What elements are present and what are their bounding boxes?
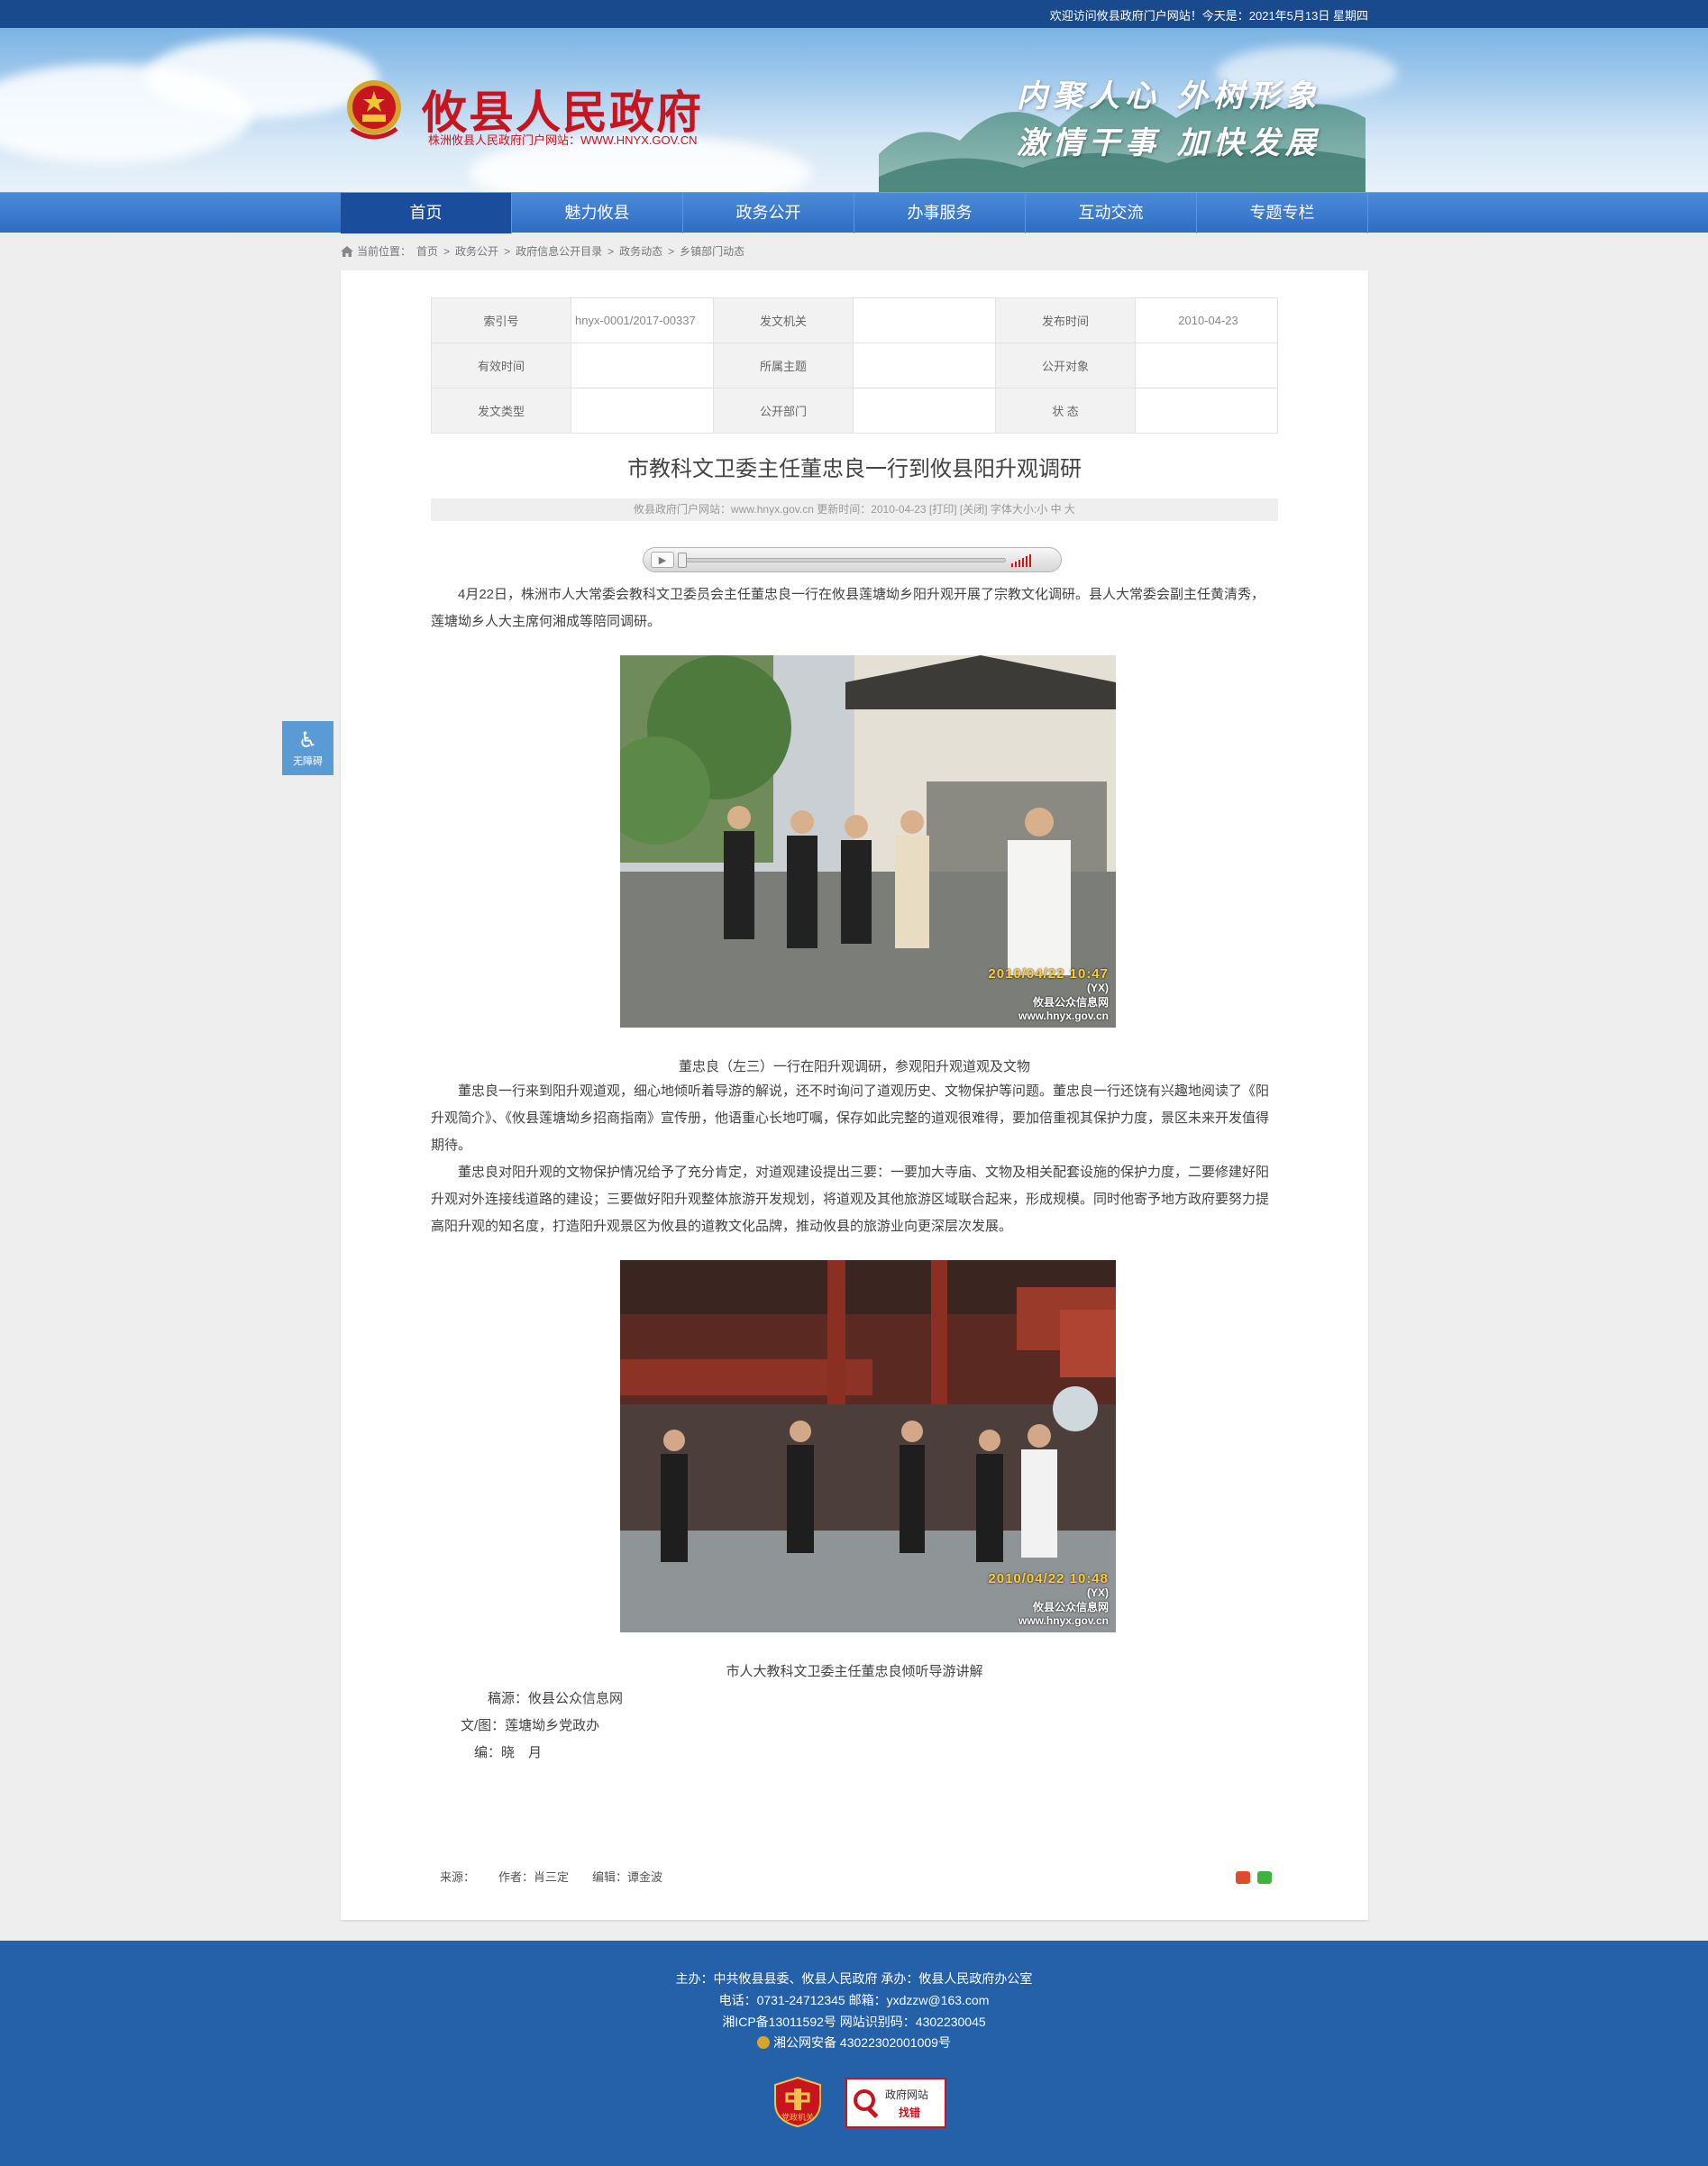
- audio-progress-track[interactable]: [681, 558, 1006, 562]
- info-value: [571, 343, 714, 388]
- footer-police-record[interactable]: 湘公网安备 43022302001009号: [0, 2033, 1708, 2052]
- article-footer: 来源： 作者：肖三定 编辑：谭金波: [431, 1868, 662, 1885]
- audio-player: ▶: [643, 547, 1062, 572]
- photo-watermark: 2010/04/22 10:47 (YX) 攸县公众信息网 www.hnyx.g…: [988, 966, 1109, 1022]
- article-meta: 攸县政府门户网站：www.hnyx.gov.cn 更新时间：2010-04-23…: [431, 498, 1278, 521]
- footer-police-text: 湘公网安备 43022302001009号: [773, 2035, 951, 2050]
- info-value: 2010-04-23: [1135, 297, 1278, 343]
- photo-date-stamp: 2010/04/22 10:48: [988, 1571, 1109, 1586]
- top-bar: 欢迎访问攸县政府门户网站！今天是：2021年5月13日 星期四: [0, 0, 1708, 28]
- breadcrumb: 当前位置： 首页 > 政务公开 > 政府信息公开目录 > 政务动态 > 乡镇部门…: [341, 243, 746, 259]
- breadcrumb-link-news[interactable]: 政务动态: [619, 243, 662, 259]
- photo-watermark: 2010/04/22 10:48 (YX) 攸县公众信息网 www.hnyx.g…: [988, 1571, 1109, 1627]
- slogan-line-2: 激情干事 加快发展: [1017, 125, 1321, 161]
- nav-item-topics[interactable]: 专题专栏: [1197, 193, 1368, 233]
- article-paragraph: 4月22日，株洲市人大常委会教科文卫委员会主任董忠良一行在攸县莲塘坳乡阳升观开展…: [431, 587, 1265, 629]
- breadcrumb-link-township-news[interactable]: 乡镇部门动态: [680, 243, 744, 259]
- gov-site-label: 政府网站: [885, 2088, 929, 2101]
- article-title: 市教科文卫委主任董忠良一行到攸县阳升观调研: [627, 457, 1082, 481]
- watermark-site: 攸县公众信息网: [1032, 1601, 1109, 1613]
- watermark-url: www.hnyx.gov.cn: [1018, 1010, 1109, 1022]
- accessibility-label: 无障碍: [293, 756, 323, 767]
- weibo-share-icon[interactable]: [1236, 1871, 1250, 1884]
- table-row: 有效时间 所属主题 公开对象: [431, 343, 1278, 388]
- nav-item-gov-affairs[interactable]: 政务公开: [683, 193, 854, 233]
- audio-progress-handle[interactable]: [678, 553, 687, 568]
- info-table: 索引号 hnyx-0001/2017-00337 发文机关 发布时间 2010-…: [431, 297, 1278, 434]
- party-gov-label: 党政机关: [781, 2113, 814, 2122]
- nav-item-services[interactable]: 办事服务: [854, 193, 1026, 233]
- header-banner: 攸县人民政府 株洲攸县人民政府门户网站：WWW.HNYX.GOV.CN 内聚人心…: [0, 28, 1708, 192]
- info-value: [853, 297, 996, 343]
- gov-site-report-error-button[interactable]: 政府网站 找错: [845, 2078, 946, 2128]
- report-error-label: 找错: [899, 2107, 921, 2119]
- table-row: 索引号 hnyx-0001/2017-00337 发文机关 发布时间 2010-…: [431, 297, 1278, 343]
- article-photo-1: 2010/04/22 10:47 (YX) 攸县公众信息网 www.hnyx.g…: [620, 655, 1116, 1028]
- accessibility-button[interactable]: ♿ 无障碍: [282, 721, 333, 775]
- breadcrumb-link-gov-affairs[interactable]: 政务公开: [455, 243, 498, 259]
- info-value: [853, 388, 996, 434]
- article-paragraph: 董忠良一行来到阳升观道观，细心地倾听着导游的解说，还不时询问了道观历史、文物保护…: [431, 1083, 1270, 1153]
- nav-item-home[interactable]: 首页: [341, 193, 512, 233]
- info-value: [853, 343, 996, 388]
- footer-contact: 电话：0731-24712345 邮箱：yxdzzw@163.com: [718, 1993, 990, 2007]
- breadcrumb-link-home[interactable]: 首页: [416, 243, 438, 259]
- wechat-share-icon[interactable]: [1257, 1871, 1272, 1884]
- table-row: 发文类型 公开部门 状 态: [431, 388, 1278, 434]
- info-key: 有效时间: [431, 343, 571, 388]
- info-key: 索引号: [431, 297, 571, 343]
- breadcrumb-link-catalog[interactable]: 政府信息公开目录: [516, 243, 602, 259]
- article-photo-2: 2010/04/22 10:48 (YX) 攸县公众信息网 www.hnyx.g…: [620, 1260, 1116, 1632]
- info-key: 发文类型: [431, 388, 571, 434]
- footer-sponsor: 主办：中共攸县县委、攸县人民政府 承办：攸县人民政府办公室: [675, 1971, 1033, 1986]
- page-footer: 主办：中共攸县县委、攸县人民政府 承办：攸县人民政府办公室 电话：0731-24…: [0, 1941, 1708, 2166]
- footer-icp[interactable]: 湘ICP备13011592号 网站识别码：4302230045: [0, 2013, 1708, 2031]
- watermark-site: 攸县公众信息网: [1032, 996, 1109, 1009]
- wheelchair-icon: ♿: [297, 728, 318, 753]
- welcome-text: 欢迎访问攸县政府门户网站！今天是：2021年5月13日 星期四: [1049, 9, 1368, 23]
- slogan-line-1: 内聚人心 外树形象: [1017, 78, 1321, 114]
- home-icon: [341, 245, 353, 257]
- breadcrumb-separator: >: [443, 244, 451, 258]
- main-nav: 首页 魅力攸县 政务公开 办事服务 互动交流 专题专栏: [0, 192, 1708, 233]
- footer-editor: 编辑：谭金波: [592, 1870, 663, 1884]
- credit-author: 文/图：莲塘坳乡党政办: [461, 1718, 600, 1733]
- credit-source: 稿源：攸县公众信息网: [488, 1691, 624, 1706]
- breadcrumb-separator: >: [504, 244, 511, 258]
- info-key: 所属主题: [713, 343, 854, 388]
- breadcrumb-separator: >: [607, 244, 615, 258]
- police-badge-icon: [757, 2036, 771, 2049]
- footer-author: 作者：肖三定: [498, 1870, 570, 1884]
- info-value: [1135, 388, 1278, 434]
- info-key: 公开部门: [713, 388, 854, 434]
- volume-icon[interactable]: [1011, 554, 1037, 567]
- article-paragraph: 董忠良对阳升观的文物保护情况给予了充分肯定，对道观建设提出三要：一要加大寺庙、文…: [431, 1165, 1270, 1234]
- breadcrumb-label: 当前位置：: [357, 245, 412, 258]
- site-subtitle: 株洲攸县人民政府门户网站：WWW.HNYX.GOV.CN: [428, 133, 698, 147]
- info-value: hnyx-0001/2017-00337: [571, 297, 714, 343]
- photo-caption-2: 市人大教科文卫委主任董忠良倾听导游讲解: [726, 1664, 983, 1679]
- info-value: [571, 388, 714, 434]
- photo-date-stamp: 2010/04/22 10:47: [988, 966, 1109, 982]
- info-key: 公开对象: [995, 343, 1136, 388]
- nav-item-interaction[interactable]: 互动交流: [1026, 193, 1197, 233]
- footer-source: 来源：: [440, 1870, 476, 1884]
- credit-editor: 编：晓 月: [474, 1745, 543, 1760]
- article-panel: 索引号 hnyx-0001/2017-00337 发文机关 发布时间 2010-…: [341, 270, 1368, 1920]
- info-key: 发布时间: [995, 297, 1136, 343]
- info-value: [1135, 343, 1278, 388]
- watermark-logo: (YX): [1087, 1586, 1109, 1599]
- play-button[interactable]: ▶: [651, 552, 674, 568]
- breadcrumb-separator: >: [668, 244, 675, 258]
- info-key: 发文机关: [713, 297, 854, 343]
- watermark-url: www.hnyx.gov.cn: [1018, 1614, 1109, 1627]
- nav-item-charm[interactable]: 魅力攸县: [512, 193, 683, 233]
- info-key: 状 态: [995, 388, 1136, 434]
- magnifier-icon: [854, 2089, 879, 2119]
- watermark-logo: (YX): [1087, 982, 1109, 994]
- photo-caption-1: 董忠良（左三）一行在阳升观调研，参观阳升观道观及文物: [678, 1059, 1030, 1074]
- party-gov-badge[interactable]: 党政机关: [773, 2076, 822, 2128]
- national-emblem-icon: [347, 80, 401, 140]
